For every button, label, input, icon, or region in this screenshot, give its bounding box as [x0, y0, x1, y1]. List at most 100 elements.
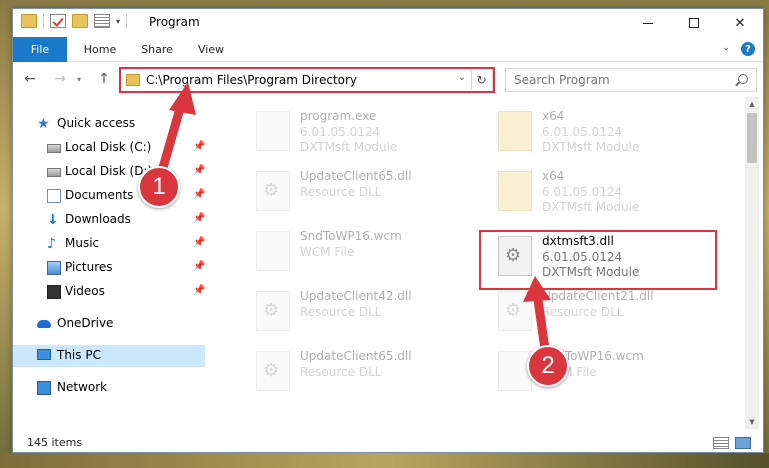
exe-file-icon	[256, 111, 290, 151]
file-version: 6.01.05.0124	[542, 185, 623, 199]
sidebar-item-label: Local Disk (C:)	[65, 140, 152, 154]
sidebar-item-network[interactable]: Network	[13, 377, 205, 399]
tab-file[interactable]: File	[13, 37, 67, 62]
videos-icon	[47, 285, 61, 299]
dll-file-icon	[256, 291, 290, 331]
step-badge-1: 1	[138, 166, 180, 208]
toolbar-separator	[43, 14, 44, 28]
tab-home[interactable]: Home	[75, 37, 125, 62]
sidebar-item-downloads[interactable]: ↓ Downloads 📌	[13, 209, 205, 231]
address-bar[interactable]: C:\Program Files\Program Directory ⌄ ↻	[119, 68, 493, 92]
list-item[interactable]: UpdateClient65.dll Resource DLL	[238, 163, 478, 219]
file-name: program.exe	[300, 109, 377, 123]
pin-icon[interactable]: 📌	[193, 165, 205, 176]
list-item[interactable]: UpdateClient65.dll Resource DLL	[238, 343, 478, 399]
sidebar-item-label: Network	[57, 380, 108, 394]
music-icon: ♪	[47, 236, 56, 252]
minimize-button[interactable]	[625, 9, 671, 37]
sidebar-item-onedrive[interactable]: OneDrive	[13, 313, 205, 335]
pin-icon[interactable]: 📌	[193, 189, 205, 200]
sidebar-item-pictures[interactable]: Pictures 📌	[13, 257, 205, 279]
sidebar-item-quick-access[interactable]: ★ Quick access	[13, 113, 205, 135]
customize-toolbar-icon[interactable]	[94, 14, 110, 28]
download-icon: ↓	[47, 212, 59, 228]
file-name: x64	[542, 169, 565, 183]
pin-icon[interactable]: 📌	[193, 261, 205, 272]
sidebar-item-label: Videos	[65, 284, 105, 298]
address-path[interactable]: C:\Program Files\Program Directory	[146, 73, 357, 87]
title-bar: ▾ Program ✕	[13, 9, 763, 37]
file-name: UpdateClient65.dll	[300, 349, 412, 363]
vertical-scrollbar[interactable]: ▲ ▼	[745, 97, 759, 429]
maximize-button[interactable]	[671, 9, 717, 37]
scroll-down-icon[interactable]: ▼	[745, 415, 759, 429]
maximize-icon	[689, 18, 699, 28]
file-description: DXTMsft Module	[542, 140, 640, 154]
search-box[interactable]	[505, 68, 757, 92]
file-description: DXTMsft Module	[542, 265, 640, 279]
list-item[interactable]: SndToWP16.wcm WCM File	[480, 343, 720, 399]
window-title: Program	[149, 15, 200, 29]
file-name: x64	[542, 109, 565, 123]
search-icon[interactable]	[738, 74, 748, 84]
refresh-icon[interactable]: ↻	[471, 70, 491, 90]
disk-icon	[47, 168, 61, 177]
sidebar-item-videos[interactable]: Videos 📌	[13, 281, 205, 303]
forward-arrow-icon[interactable]: →	[51, 70, 69, 88]
desktop-background	[0, 453, 769, 468]
list-item[interactable]: SndToWP16.wcm WCM File	[238, 223, 478, 279]
recent-locations-icon[interactable]: ▾	[73, 70, 85, 88]
sidebar-item-label: Music	[65, 236, 100, 250]
folder-icon	[498, 171, 532, 211]
dll-file-icon	[256, 171, 290, 211]
list-item[interactable]: program.exe 6.01.05.0124 DXTMsft Module	[238, 103, 478, 159]
back-arrow-icon[interactable]: ←	[21, 70, 39, 88]
list-item-dxtmsft3-dll[interactable]: dxtmsft3.dll 6.01.05.0124 DXTMsft Module	[480, 228, 720, 284]
file-name: UpdateClient21.dll	[542, 289, 654, 303]
file-version: 6.01.05.0124	[542, 250, 623, 264]
list-item[interactable]: x64 6.01.05.0124 DXTMsft Module	[480, 163, 720, 219]
sidebar-item-local-disk-c[interactable]: Local Disk (C:) 📌	[13, 137, 205, 159]
close-button[interactable]: ✕	[717, 9, 763, 37]
pin-icon[interactable]: 📌	[193, 237, 205, 248]
minimize-icon	[643, 22, 653, 24]
sidebar-item-label: Local Disk (D:)	[65, 164, 153, 178]
new-folder-icon[interactable]	[72, 14, 88, 28]
details-view-icon[interactable]	[713, 437, 729, 449]
tab-share[interactable]: Share	[133, 37, 181, 62]
scroll-up-icon[interactable]: ▲	[745, 97, 759, 111]
help-icon[interactable]: ?	[741, 42, 755, 56]
list-item[interactable]: UpdateClient21.dll Resource DLL	[480, 283, 720, 339]
file-type: Resource DLL	[300, 305, 382, 319]
status-bar: 145 items	[13, 433, 763, 453]
item-count: 145 items	[27, 436, 83, 449]
toolbar-separator	[126, 14, 128, 28]
properties-icon[interactable]	[50, 14, 66, 28]
close-icon: ✕	[734, 15, 746, 31]
scrollbar-thumb[interactable]	[747, 113, 757, 163]
file-list: program.exe 6.01.05.0124 DXTMsft Module …	[218, 97, 742, 427]
sidebar-item-this-pc[interactable]: This PC	[13, 345, 205, 367]
tab-view[interactable]: View	[189, 37, 233, 62]
tiles-view-icon[interactable]	[735, 437, 751, 449]
file-icon	[256, 231, 290, 271]
dll-file-icon	[498, 291, 532, 331]
up-arrow-icon[interactable]: ↑	[95, 70, 113, 88]
address-dropdown-icon[interactable]: ⌄	[458, 72, 466, 83]
pin-icon[interactable]: 📌	[193, 285, 205, 296]
search-input[interactable]	[506, 69, 726, 91]
sidebar-item-label: OneDrive	[57, 316, 114, 330]
chevron-down-icon[interactable]: ▾	[116, 17, 120, 26]
list-item[interactable]: UpdateClient42.dll Resource DLL	[238, 283, 478, 339]
folder-icon	[21, 14, 37, 28]
pin-icon[interactable]: 📌	[193, 213, 205, 224]
pictures-icon	[47, 261, 61, 275]
folder-icon	[498, 111, 532, 151]
list-item[interactable]: x64 6.01.05.0124 DXTMsft Module	[480, 103, 720, 159]
sidebar-item-label: Pictures	[65, 260, 113, 274]
pin-icon[interactable]: 📌	[193, 141, 205, 152]
network-icon	[37, 381, 51, 395]
sidebar-item-music[interactable]: ♪ Music 📌	[13, 233, 205, 255]
sidebar-item-label: Downloads	[65, 212, 131, 226]
expand-ribbon-icon[interactable]: ⌄	[719, 41, 733, 55]
